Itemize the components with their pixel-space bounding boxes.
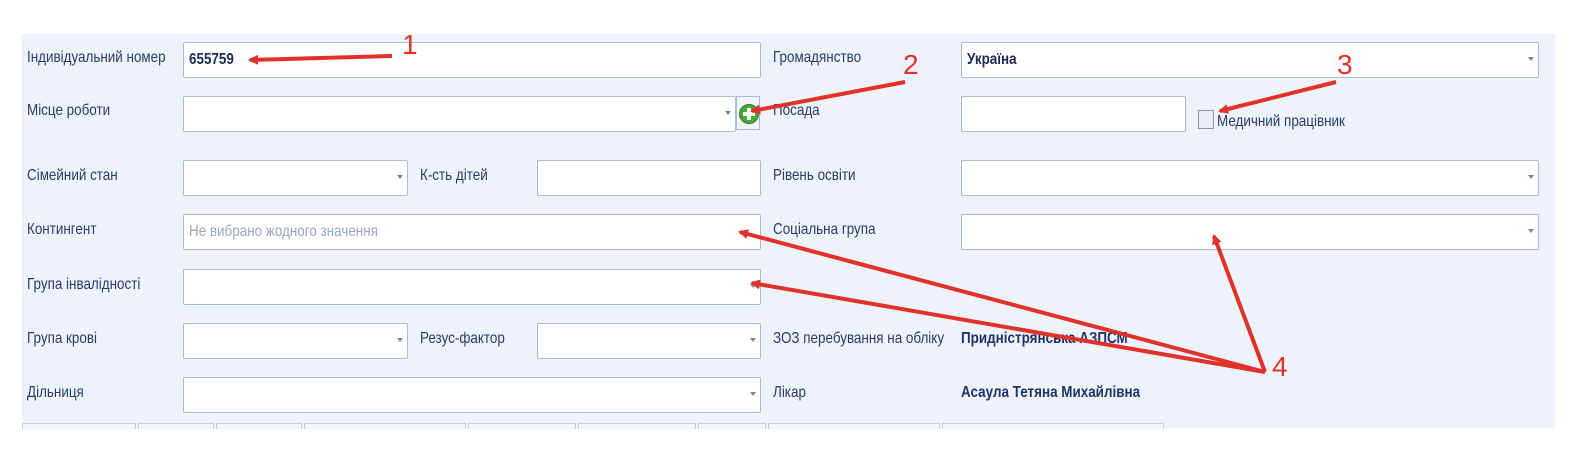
annotation-number-1: 1 [402, 29, 418, 60]
arrow-4c [1212, 234, 1267, 373]
arrow-4a [738, 229, 1266, 374]
annotation-number-3: 3 [1337, 49, 1353, 80]
arrow-2 [750, 80, 906, 115]
annotation-number-4: 4 [1272, 351, 1288, 382]
annotation-number-2: 2 [903, 49, 919, 80]
arrow-4b [750, 279, 1266, 374]
arrow-1 [248, 54, 393, 65]
arrow-3 [1218, 80, 1337, 114]
